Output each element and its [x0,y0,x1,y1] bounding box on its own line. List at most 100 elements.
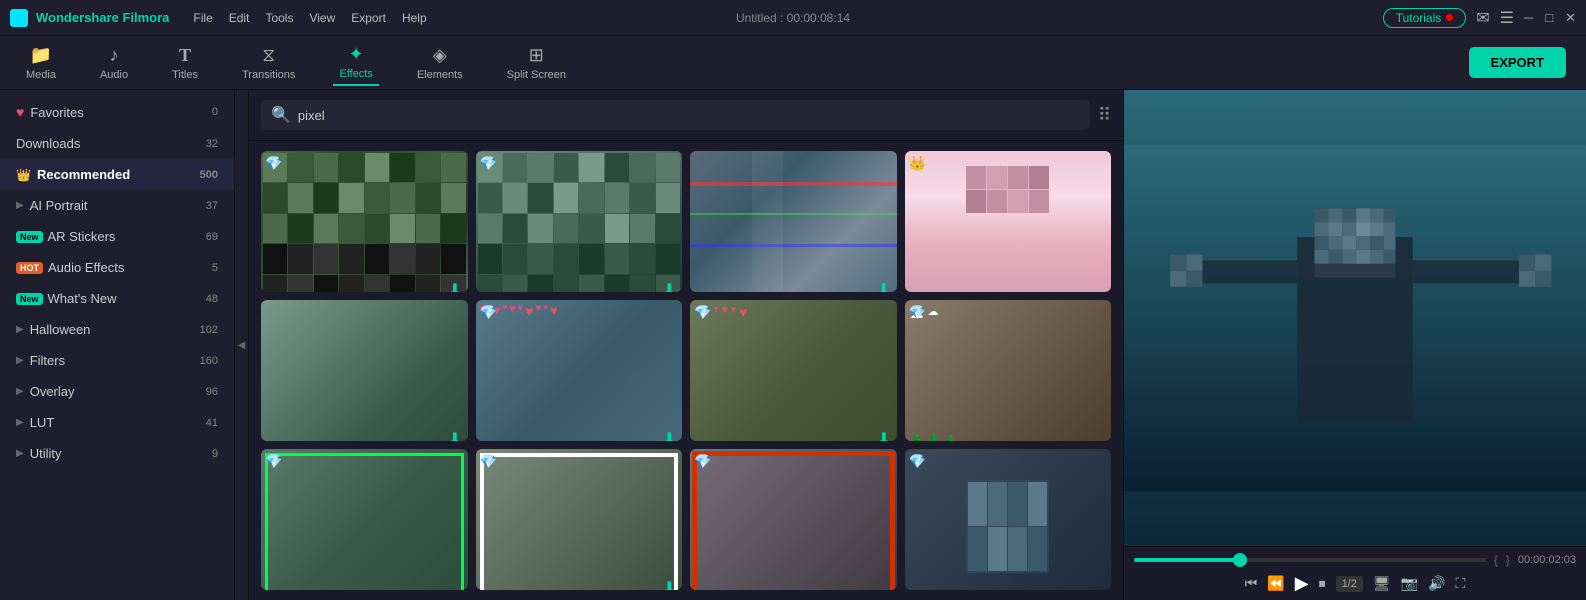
download-icon-pixelate2: ⬇ [663,280,676,292]
effect-card-pixel-block2[interactable]: ♥♥ ♥♥ ♥♥ 💎 ⬇ Pixel Block Pack Overlay ..… [690,300,897,441]
preview-controls: { } 00:00:02:03 ⏮ ⏪ ▶ ⏹ 1/2 🖥 📷 🔊 ⛶ [1124,546,1586,600]
split-screen-icon: ⊞ [529,45,544,66]
sidebar-item-whats-new[interactable]: New What's New 48 [0,283,234,314]
minimize-button[interactable]: ─ [1524,10,1533,26]
search-input[interactable] [298,108,1080,123]
gem-badge-pb2: 💎 [694,304,711,321]
menu-help[interactable]: Help [402,11,427,25]
sidebar-item-downloads[interactable]: Downloads 32 [0,128,234,159]
sidebar-item-filters[interactable]: ▶ Filters 160 [0,345,234,376]
start-bracket-icon: { [1494,553,1498,567]
search-icon: 🔍 [271,105,291,125]
search-bar: 🔍 ⠿ [249,90,1123,141]
play-button[interactable]: ▶ [1295,573,1309,594]
toolbar-titles[interactable]: T Titles [166,41,204,85]
effect-card-pixelated-edges[interactable]: ⬇ Pixelated Edges [261,300,468,441]
progress-track[interactable] [1134,558,1486,562]
stop-button[interactable]: ⏹ [1319,575,1326,592]
sidebar-collapse-toggle[interactable]: ◀ [235,90,249,600]
gem-badge-pb6: 💎 [694,453,711,470]
effect-thumb-pixel-block4: 💎 [261,449,468,590]
effect-card-pixel-block3[interactable]: ☁ ☁ 🌲 🌲 🌲 💎 Pixel Block Pack Overlay ... [905,300,1112,441]
toolbar: 📁 Media ♪ Audio T Titles ⧖ Transitions ✦… [0,36,1586,90]
effect-card-pixel-block1[interactable]: ♥♥ ♥♥ ♥♥ ♥♥ ♥♥ 💎 ⬇ Pixel Block Pack Over… [476,300,683,441]
crown-badge-human: 👑 [909,155,926,172]
step-back-button[interactable]: ⏮ [1245,575,1258,592]
list-icon[interactable]: ☰ [1500,8,1514,28]
sidebar-item-utility[interactable]: ▶ Utility 9 [0,438,234,469]
expand-icon-2: ▶ [16,324,24,335]
gem-badge-pixelate: 💎 [265,155,282,172]
toolbar-media[interactable]: 📁 Media [20,41,62,85]
close-button[interactable]: ✕ [1565,10,1576,26]
time-display: 00:00:02:03 [1518,554,1576,566]
effect-card-pixel-block4[interactable]: 💎 Pixel Block Pack Overlay ... [261,449,468,590]
download-icon-pb2: ⬇ [877,429,890,441]
export-button[interactable]: EXPORT [1469,47,1566,78]
sidebar-item-ai-portrait[interactable]: ▶ AI Portrait 37 [0,190,234,221]
toolbar-split-screen[interactable]: ⊞ Split Screen [501,41,572,85]
crown-icon: 👑 [16,168,31,182]
transitions-icon: ⧖ [262,45,275,66]
title-bar: Wondershare Filmora File Edit Tools View… [0,0,1586,36]
effect-card-espionage[interactable]: 💎 Espionage [905,449,1112,590]
elements-icon: ◈ [433,45,447,66]
grid-toggle-icon[interactable]: ⠿ [1098,105,1111,126]
progress-handle[interactable] [1233,553,1247,567]
menu-export[interactable]: Export [351,11,386,25]
effect-card-pixelate[interactable]: 💎 ⬇ Pixelate [261,151,468,292]
mail-icon[interactable]: ✉ [1476,8,1489,28]
new-badge: New [16,231,43,243]
effect-thumb-pixel-block1: ♥♥ ♥♥ ♥♥ ♥♥ ♥♥ 💎 ⬇ [476,300,683,441]
speed-selector[interactable]: 1/2 [1336,576,1363,592]
effect-card-pixel-block5[interactable]: 💎 ⬇ Pixel Block Pack Overlay ... [476,449,683,590]
sidebar-item-ar-stickers[interactable]: New AR Stickers 69 [0,221,234,252]
effect-thumb-glitch: ⬇ [690,151,897,292]
effect-thumb-espionage: 💎 [905,449,1112,590]
tutorials-button[interactable]: Tutorials [1383,8,1467,28]
search-input-wrap: 🔍 [261,100,1090,130]
effect-thumb-pixelated-edges: ⬇ [261,300,468,441]
gem-badge-pb1: 💎 [480,304,497,321]
sidebar-item-halloween[interactable]: ▶ Halloween 102 [0,314,234,345]
sidebar-item-lut[interactable]: ▶ LUT 41 [0,407,234,438]
maximize-button[interactable]: □ [1545,10,1553,26]
toolbar-effects[interactable]: ✦ Effects [333,40,378,86]
frame-back-button[interactable]: ⏪ [1267,575,1284,592]
toolbar-transitions[interactable]: ⧖ Transitions [236,41,301,85]
screen-icon[interactable]: 🖥 [1373,575,1391,592]
gem-badge-pb4: 💎 [265,453,282,470]
volume-icon[interactable]: 🔊 [1428,575,1445,592]
expand-icon-3: ▶ [16,355,24,366]
effects-content-area: 🔍 ⠿ 💎 ⬇ Pixelate [249,90,1124,600]
tutorials-notification-dot [1446,14,1453,21]
effects-grid: 💎 ⬇ Pixelate 💎 ⬇ [249,141,1123,600]
toolbar-elements[interactable]: ◈ Elements [411,41,469,85]
expand-icon: ▶ [16,200,24,211]
menu-tools[interactable]: Tools [265,11,293,25]
app-name: Wondershare Filmora [36,10,169,25]
toolbar-audio[interactable]: ♪ Audio [94,41,134,85]
effect-card-glitch[interactable]: ⬇ Glitch Pixels [690,151,897,292]
sidebar: ♥ Favorites 0 Downloads 32 👑 Recommended… [0,90,235,600]
sidebar-item-overlay[interactable]: ▶ Overlay 96 [0,376,234,407]
effect-card-pixelate2[interactable]: 💎 ⬇ Pixelate 2 [476,151,683,292]
menu-file[interactable]: File [193,11,212,25]
effect-card-pixel-block6[interactable]: 💎 Pixel Block Pack Overlay ... [690,449,897,590]
timeline-bar: { } 00:00:02:03 [1134,553,1576,567]
titles-icon: T [179,45,191,66]
app-logo [10,9,28,27]
effect-thumb-human-pixelate: 👑 [905,151,1112,292]
effect-thumb-pixelate: 💎 ⬇ [261,151,468,292]
expand-icon-5: ▶ [16,417,24,428]
effect-card-human-pixelate[interactable]: 👑 Human Pixelate [905,151,1112,292]
camera-icon[interactable]: 📷 [1401,575,1418,592]
menu-view[interactable]: View [309,11,335,25]
effect-thumb-pixel-block5: 💎 ⬇ [476,449,683,590]
sidebar-item-audio-effects[interactable]: HOT Audio Effects 5 [0,252,234,283]
menu-edit[interactable]: Edit [229,11,250,25]
sidebar-item-favorites[interactable]: ♥ Favorites 0 [0,96,234,128]
sidebar-item-recommended[interactable]: 👑 Recommended 500 [0,159,234,190]
fullscreen-icon[interactable]: ⛶ [1456,575,1466,592]
effects-icon: ✦ [349,44,364,65]
